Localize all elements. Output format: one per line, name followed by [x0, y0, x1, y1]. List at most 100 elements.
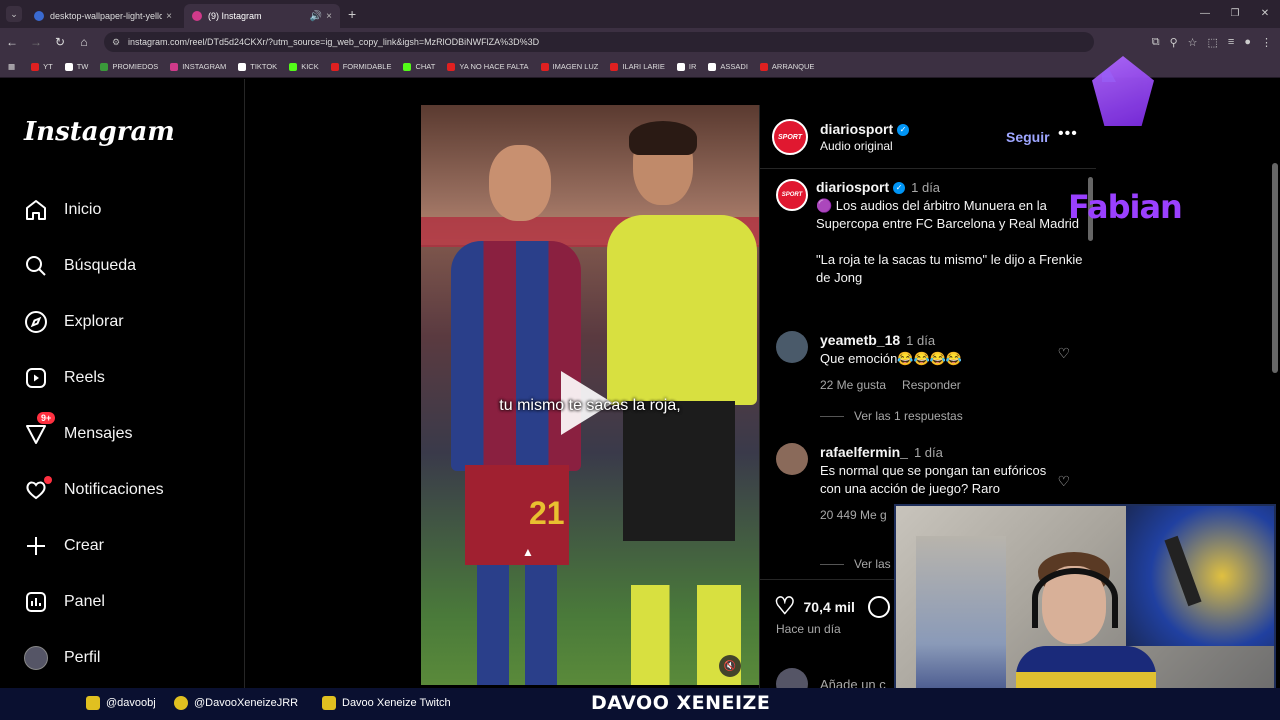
comment-text: Es normal que se pongan tan eufóricos co… [820, 463, 1047, 496]
bookmark-ilari-larie[interactable]: ILARI LARIE [610, 62, 665, 71]
comment-likes[interactable]: 20 449 Me g [820, 508, 887, 522]
bookmark-kick[interactable]: KICK [289, 62, 319, 71]
close-tab-icon[interactable]: × [166, 11, 172, 22]
sidebar-item-label: Crear [64, 537, 105, 554]
bookmark-imagen-luz[interactable]: IMAGEN LUZ [540, 62, 598, 71]
reply-button[interactable]: Responder [902, 378, 961, 392]
apps-icon[interactable]: ▦ [8, 62, 15, 71]
comment-time: 1 día [906, 333, 936, 348]
bookmark-star-icon[interactable]: ☆ [1188, 36, 1198, 49]
verified-icon: ✓ [897, 123, 910, 136]
close-window-button[interactable]: ✕ [1250, 0, 1280, 28]
home-button[interactable]: ⌂ [72, 35, 96, 49]
commenter-avatar[interactable] [776, 443, 808, 475]
sidebar-item-label: Notificaciones [64, 481, 164, 498]
reload-button[interactable]: ↻ [48, 35, 72, 49]
maximize-button[interactable]: ❐ [1220, 0, 1250, 28]
bookmark-yt[interactable]: YT [31, 62, 53, 71]
instagram-logo[interactable]: Instagram [24, 117, 175, 147]
caption-username[interactable]: diariosport [816, 179, 889, 195]
avatar [24, 646, 48, 670]
commenter-avatar[interactable] [776, 331, 808, 363]
like-count[interactable]: 70,4 mil [804, 599, 855, 615]
extensions-icon[interactable]: ⬚ [1208, 36, 1218, 49]
menu-icon[interactable]: ⋮ [1261, 36, 1272, 49]
tab-strip: ⌄ desktop-wallpaper-light-yellow × (9) I… [0, 0, 1280, 28]
bookmark-tw[interactable]: TW [64, 62, 88, 71]
twitter-icon [174, 696, 188, 710]
forward-button[interactable]: → [24, 35, 48, 49]
instagram-icon [192, 11, 202, 21]
search-icon [22, 252, 50, 280]
reading-list-icon[interactable]: ≡ [1228, 36, 1234, 48]
bookmark-arranque[interactable]: ARRANQUE [759, 62, 814, 71]
profile-icon[interactable]: ● [1244, 36, 1251, 48]
reel-video[interactable]: 21 tu mismo te sacas la roja, 🔇 [421, 105, 759, 685]
tab-search-button[interactable]: ⌄ [6, 6, 22, 22]
comment-text: Que emoción😂😂😂😂 [820, 351, 963, 366]
sidebar-item-panel[interactable]: Panel [22, 584, 105, 620]
bookmark-ya-no-hace-falta[interactable]: YA NO HACE FALTA [447, 62, 529, 71]
sidebar-item-mensajes[interactable]: 9+ Mensajes [22, 412, 133, 452]
player-number: 21 [529, 495, 565, 531]
comment-icon[interactable] [868, 596, 890, 618]
post-username[interactable]: diariosport [820, 121, 893, 137]
bookmark-ir[interactable]: IR [676, 62, 696, 71]
sidebar-item-notificaciones[interactable]: Notificaciones [22, 472, 164, 508]
more-options-icon[interactable]: ••• [1058, 125, 1078, 143]
bookmark-instagram[interactable]: INSTAGRAM [170, 62, 226, 71]
address-bar: ← → ↻ ⌂ ⚙ instagram.com/reel/DTd5d24CKXr… [0, 28, 1280, 56]
plus-icon [22, 532, 50, 560]
tab-wallpaper[interactable]: desktop-wallpaper-light-yellow × [26, 4, 180, 28]
audio-link[interactable]: Audio original [820, 139, 909, 153]
bookmark-chat[interactable]: CHAT [403, 62, 435, 71]
new-tab-button[interactable]: + [348, 6, 356, 22]
social-twitch: Davoo Xeneize Twitch [322, 696, 451, 710]
overlay-name: Fabian [1068, 188, 1183, 226]
compass-icon [22, 308, 50, 336]
sidebar-item-reels[interactable]: Reels [22, 360, 105, 396]
like-comment-icon[interactable]: ♡ [1057, 345, 1070, 362]
account-avatar[interactable]: SPORT [772, 119, 808, 155]
sidebar-item-label: Mensajes [64, 425, 133, 442]
bookmarks-bar: ▦ YT TW PROMIEDOS INSTAGRAM TIKTOK KICK … [0, 56, 1280, 78]
zoom-icon[interactable]: ⚲ [1170, 36, 1178, 49]
mouse-cursor-icon: ▲ [522, 545, 534, 559]
follow-button[interactable]: Seguir [1006, 129, 1050, 145]
sidebar-item-label: Panel [64, 593, 105, 610]
comment-likes[interactable]: 22 Me gusta [820, 378, 886, 392]
bookmark-formidable[interactable]: FORMIDABLE [330, 62, 391, 71]
bookmark-assadi[interactable]: ASSADI [708, 62, 748, 71]
back-button[interactable]: ← [0, 35, 24, 49]
bookmark-tiktok[interactable]: TIKTOK [238, 62, 277, 71]
install-icon[interactable]: ⧉ [1152, 36, 1160, 49]
sidebar-item-label: Explorar [64, 313, 124, 330]
caption-avatar[interactable]: SPORT [776, 179, 808, 211]
sidebar-item-busqueda[interactable]: Búsqueda [22, 248, 136, 284]
view-replies[interactable]: Ver las [820, 557, 891, 571]
sidebar-item-inicio[interactable]: Inicio [22, 192, 101, 228]
like-icon[interactable]: ♡ [774, 592, 796, 621]
close-tab-icon[interactable]: × [326, 11, 332, 22]
speaker-icon[interactable]: 🔊 [310, 11, 322, 22]
sidebar-item-crear[interactable]: Crear [22, 528, 104, 564]
comment-username[interactable]: yeametb_18 [820, 332, 900, 348]
view-replies[interactable]: Ver las 1 respuestas [820, 409, 963, 423]
mute-icon[interactable]: 🔇 [719, 655, 741, 677]
site-info-icon[interactable]: ⚙ [112, 32, 120, 52]
sidebar-item-explorar[interactable]: Explorar [22, 304, 124, 340]
like-comment-icon[interactable]: ♡ [1057, 473, 1070, 490]
post-header: SPORT diariosport ✓ Audio original Seguir… [760, 105, 1096, 169]
chart-icon [22, 588, 50, 616]
globe-icon [34, 11, 44, 21]
url-field[interactable]: ⚙ instagram.com/reel/DTd5d24CKXr/?utm_so… [104, 32, 1094, 52]
minimize-button[interactable]: — [1190, 0, 1220, 28]
tab-instagram[interactable]: (9) Instagram 🔊 × [184, 4, 340, 28]
bookmark-promiedos[interactable]: PROMIEDOS [100, 62, 158, 71]
notification-dot [44, 476, 52, 484]
comment-username[interactable]: rafaelfermin_ [820, 444, 908, 460]
sidebar-item-perfil[interactable]: Perfil [22, 640, 100, 676]
tab-title: desktop-wallpaper-light-yellow [50, 11, 163, 21]
page-scrollbar[interactable] [1272, 163, 1278, 373]
video-subtitle: tu mismo te sacas la roja, [499, 397, 681, 414]
